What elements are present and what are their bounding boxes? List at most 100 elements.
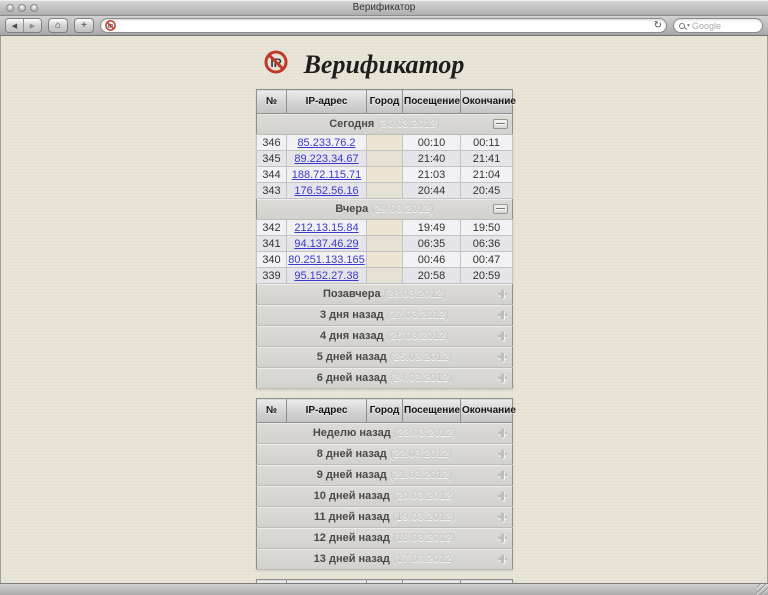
column-header: IP-адрес [287,90,367,114]
window-statusbar [0,583,768,595]
ip-link[interactable]: 188.72.115.71 [292,169,362,181]
search-engine-chevron-icon[interactable]: ▾ [687,22,690,29]
visit-row: 344188.72.115.7121:0321:04 [257,167,513,183]
expand-icon[interactable] [497,449,508,460]
visit-number: 340 [257,252,287,268]
column-header-row: №IP-адресГородПосещениеОкончание [257,399,513,423]
city-cell [367,135,403,151]
day-group-row[interactable]: 5 дней назад (25.03.2012) [257,347,513,368]
back-button[interactable]: ◀ [6,19,23,32]
day-group-cell[interactable]: 13 дней назад (17.03.2012) [257,549,513,570]
column-header: Окончание [461,90,513,114]
ip-link[interactable]: 212.13.15.84 [294,222,358,234]
collapse-icon[interactable] [493,119,508,129]
expand-icon[interactable] [497,289,508,300]
resize-grip[interactable] [757,584,768,595]
day-label: 5 дней назад [317,351,387,363]
ip-link[interactable]: 176.52.56.16 [294,185,358,197]
expand-icon[interactable] [497,491,508,502]
ip-link[interactable]: 85.233.76.2 [297,137,355,149]
new-tab-button[interactable]: + [74,18,94,33]
day-group-cell[interactable]: 11 дней назад (19.03.2012) [257,507,513,528]
day-label: 3 дня назад [320,309,384,321]
day-group-cell[interactable]: 3 дня назад (27.03.2012) [257,305,513,326]
day-group-row[interactable]: 3 дня назад (27.03.2012) [257,305,513,326]
visit-start-time: 21:03 [403,167,461,183]
day-group-row[interactable]: 11 дней назад (19.03.2012) [257,507,513,528]
city-cell [367,183,403,199]
day-group-row[interactable]: 9 дней назад (21.03.2012) [257,465,513,486]
ip-link[interactable]: 95.152.27.38 [294,270,358,282]
day-group-row[interactable]: 13 дней назад (17.03.2012) [257,549,513,570]
visits-table: №IP-адресГородПосещениеОкончаниеНеделю н… [256,398,513,570]
day-label: 4 дня назад [320,330,384,342]
expand-icon[interactable] [497,554,508,565]
day-date: (25.03.2012) [390,351,452,363]
visit-row: 34194.137.46.2906:3506:36 [257,236,513,252]
ip-link[interactable]: 94.137.46.29 [294,238,358,250]
day-group-row[interactable]: Вчера (29.03.2012) [257,199,513,220]
day-group-cell[interactable]: 8 дней назад (22.03.2012) [257,444,513,465]
visit-row: 33995.152.27.3820:5820:59 [257,268,513,284]
ip-link[interactable]: 89.223.34.67 [294,153,358,165]
day-group-row[interactable]: Неделю назад (23.03.2012) [257,423,513,444]
visit-number: 344 [257,167,287,183]
expand-icon[interactable] [497,373,508,384]
visit-number: 346 [257,135,287,151]
home-button[interactable]: ⌂ [48,18,68,33]
ip-cell: 95.152.27.38 [287,268,367,284]
city-cell [367,268,403,284]
expand-icon[interactable] [497,352,508,363]
ip-cell: 94.137.46.29 [287,236,367,252]
visit-start-time: 19:49 [403,220,461,236]
history-nav-group: ◀ ▶ [5,18,42,33]
day-group-cell[interactable]: 5 дней назад (25.03.2012) [257,347,513,368]
visit-row: 34685.233.76.200:1000:11 [257,135,513,151]
day-label: 11 дней назад [314,511,390,523]
expand-icon[interactable] [497,331,508,342]
window-titlebar[interactable]: Верификатор [0,0,768,16]
day-group-cell[interactable]: Неделю назад (23.03.2012) [257,423,513,444]
search-box[interactable]: ▾ [673,18,763,33]
address-bar[interactable]: IP ↻ [100,18,667,33]
day-date: (29.03.2012) [371,203,433,215]
address-input[interactable] [120,20,650,31]
day-group-row[interactable]: 8 дней назад (22.03.2012) [257,444,513,465]
ip-cell: 89.223.34.67 [287,151,367,167]
city-cell [367,167,403,183]
expand-icon[interactable] [497,512,508,523]
day-group-row[interactable]: Сегодня (30.03.2012) [257,114,513,135]
expand-icon[interactable] [497,310,508,321]
day-group-cell[interactable]: 10 дней назад (20.03.2012) [257,486,513,507]
day-group-cell[interactable]: Вчера (29.03.2012) [257,199,513,220]
day-group-cell[interactable]: 12 дней назад (18.03.2012) [257,528,513,549]
ip-cell: 80.251.133.165 [287,252,367,268]
day-group-row[interactable]: 6 дней назад (24.03.2012) [257,368,513,389]
day-date: (21.03.2012) [390,469,452,481]
day-group-cell[interactable]: Сегодня (30.03.2012) [257,114,513,135]
visit-number: 345 [257,151,287,167]
day-label: 10 дней назад [314,490,390,502]
browser-toolbar: ◀ ▶ ⌂ + IP ↻ ▾ [0,16,768,36]
day-group-cell[interactable]: 4 дня назад (26.03.2012) [257,326,513,347]
day-group-row[interactable]: 4 дня назад (26.03.2012) [257,326,513,347]
expand-icon[interactable] [497,470,508,481]
column-header: № [257,90,287,114]
day-date: (17.03.2012) [393,553,455,565]
forward-button[interactable]: ▶ [23,19,41,32]
day-group-cell[interactable]: 9 дней назад (21.03.2012) [257,465,513,486]
expand-icon[interactable] [497,533,508,544]
ip-link[interactable]: 80.251.133.165 [288,254,364,266]
day-label: Вчера [335,203,368,215]
day-group-cell[interactable]: Позавчера (28.03.2012) [257,284,513,305]
search-input[interactable] [692,21,757,31]
day-group-row[interactable]: 12 дней назад (18.03.2012) [257,528,513,549]
search-icon [679,23,685,29]
expand-icon[interactable] [497,428,508,439]
day-group-row[interactable]: 10 дней назад (20.03.2012) [257,486,513,507]
collapse-icon[interactable] [493,204,508,214]
day-group-cell[interactable]: 6 дней назад (24.03.2012) [257,368,513,389]
reload-icon[interactable]: ↻ [654,21,662,31]
day-group-row[interactable]: Позавчера (28.03.2012) [257,284,513,305]
day-label: 6 дней назад [317,372,387,384]
